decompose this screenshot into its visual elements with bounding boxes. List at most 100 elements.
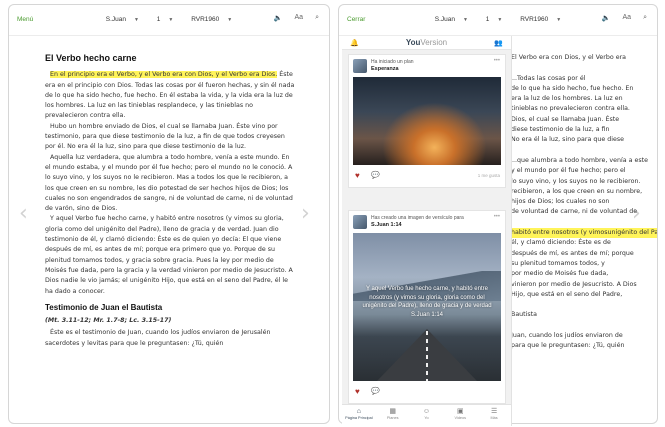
- tab-videos[interactable]: ▣ Videos: [443, 405, 477, 426]
- background-verse-line: de voluntad de carne, ni de voluntad de: [511, 208, 638, 216]
- background-verse-line: recibieron, a los que creen en su nombre…: [511, 187, 643, 195]
- home-icon: ⌂: [356, 408, 362, 415]
- verse-paragraph[interactable]: Y aquel Verbo fue hecho carne, y habitó …: [45, 214, 297, 296]
- tab-label: Videos: [454, 416, 467, 420]
- card-text: Has creado una imagen de versículo para …: [371, 215, 464, 229]
- reader-top-bar: Cerrar S.Juan ▼ 1 ▼ RVR1960 ▼ 🔈 Aa ⌕: [339, 5, 657, 35]
- background-verse-line: Hijo, que está en el seno del Padre,: [511, 290, 623, 298]
- heart-icon[interactable]: ♥: [355, 171, 360, 180]
- feed-card-verse-image[interactable]: Has creado una imagen de versículo para …: [348, 210, 506, 404]
- tab-more[interactable]: ☰ Más: [477, 405, 511, 426]
- card-subtitle[interactable]: Esperanza: [371, 66, 399, 72]
- heart-icon[interactable]: ♥: [355, 387, 360, 396]
- verse-overlay-text: Y aquel Verbo fue hecho carne, y habitó …: [359, 285, 495, 319]
- version-label: RVR1960: [191, 16, 220, 23]
- chapter-selector[interactable]: 1 ▼: [153, 16, 178, 23]
- book-selector[interactable]: S.Juan ▼: [431, 16, 472, 23]
- chevron-down-icon: ▼: [168, 17, 174, 23]
- chevron-down-icon: ▼: [556, 17, 562, 23]
- chapter-selector[interactable]: 1 ▼: [482, 16, 507, 23]
- card-footer: ♥ 💬: [349, 381, 505, 403]
- chevron-down-icon: ▼: [463, 17, 468, 23]
- friends-icon[interactable]: 👥: [494, 39, 503, 47]
- section-heading: Testimonio de Juan el Bautista: [45, 302, 163, 312]
- verse-text: Y aquel Verbo fue hecho carne, y habitó …: [362, 286, 492, 309]
- book-selector[interactable]: S.Juan ▼: [102, 16, 143, 23]
- tab-label: Planes: [386, 416, 399, 420]
- font-size-icon[interactable]: Aa: [295, 14, 304, 22]
- feed-header: 🔔 YouVersion 👥: [342, 36, 511, 50]
- background-verse-line: por medio de Moisés fue dada,: [511, 270, 609, 278]
- audio-icon[interactable]: 🔈: [274, 14, 283, 22]
- background-verse-line: No era él la luz, sino para que diese: [511, 136, 624, 144]
- next-chapter-chevron-icon[interactable]: ›: [301, 201, 310, 226]
- tab-home[interactable]: ⌂ Página Principal: [342, 405, 376, 426]
- background-verse-line: diese testimonio de la luz, a fin: [511, 126, 610, 134]
- card-subtitle[interactable]: S.Juan 1:14: [371, 222, 402, 228]
- chevron-down-icon: ▼: [134, 17, 139, 23]
- previous-chapter-chevron-icon[interactable]: ‹: [19, 201, 28, 226]
- background-verse-line: Dios, el cual se llamaba Juan. Éste: [511, 115, 620, 123]
- background-verse-line: [511, 300, 651, 310]
- card-header: Has creado una imagen de versículo para …: [349, 211, 505, 233]
- audio-icon[interactable]: 🔈: [602, 14, 611, 22]
- font-size-icon[interactable]: Aa: [623, 14, 632, 22]
- likes-count[interactable]: 1 me gusta: [478, 173, 500, 178]
- card-title: Ha iniciado un plan: [371, 59, 414, 65]
- background-verse-line: ...Todas las cosas por él: [511, 74, 586, 82]
- background-bible-text: El Verbo era con Dios, y el Verbo era ..…: [511, 53, 657, 352]
- background-verse-line: su plenitud tomamos todos, y: [511, 259, 605, 267]
- tab-me[interactable]: ☺ Yo: [410, 405, 444, 426]
- parallel-references[interactable]: (Mt. 3.11-12; Mr. 1.7-8; Lc. 3.15-17): [45, 316, 297, 326]
- avatar[interactable]: [353, 59, 367, 73]
- bottom-tab-bar: ⌂ Página Principal ▦ Planes ☺ Yo ▣ Videos ☰ M…: [342, 404, 511, 426]
- section-heading: El Verbo hecho carne: [45, 53, 137, 63]
- highlighted-verse[interactable]: En el principio era el Verbo, y el Verbo…: [50, 71, 278, 79]
- search-icon[interactable]: ⌕: [643, 14, 647, 22]
- left-tablet-reader: Menú S.Juan ▼ 1 ▼ RVR1960 ▼ 🔈 Aa ⌕ ‹ › El V…: [8, 4, 330, 424]
- logo-part: Version: [420, 38, 448, 47]
- tab-label: Yo: [424, 416, 429, 420]
- comment-icon[interactable]: 💬: [371, 387, 380, 395]
- youversion-logo: YouVersion: [342, 38, 511, 47]
- avatar[interactable]: [353, 215, 367, 229]
- video-icon: ▣: [456, 408, 464, 415]
- book-label: S.Juan: [105, 16, 127, 23]
- verse-reference: S.Juan 1:14: [410, 311, 444, 318]
- background-verse-line: y el mundo por él fue hecho; pero el: [511, 167, 626, 175]
- verse-paragraph[interactable]: En el principio era el Verbo, y el Verbo…: [45, 70, 297, 121]
- tab-plans[interactable]: ▦ Planes: [376, 405, 410, 426]
- background-verse-line: para que le preguntasen: ¿Tú, quién: [511, 342, 625, 350]
- verse-image[interactable]: Y aquel Verbo fue hecho carne, y habitó …: [353, 233, 501, 381]
- tab-label: Página Principal: [345, 416, 373, 420]
- more-options-icon[interactable]: •••: [494, 58, 500, 64]
- background-verse-line: tinieblas no prevalecieron contra ella.: [511, 105, 630, 113]
- background-verse-line: habitó entre nosotros (y vimos: [511, 228, 608, 239]
- feed-card-plan[interactable]: Ha iniciado un plan Esperanza ••• ♥ 💬 1 …: [348, 54, 506, 188]
- background-verse-line: [511, 63, 651, 73]
- phone-feed-overlay: 🔔 YouVersion 👥 Ha iniciado un plan Esper…: [342, 36, 512, 426]
- background-verse-line: El Verbo era con Dios, y el Verbo era: [511, 54, 627, 61]
- background-verse-line: [511, 218, 651, 228]
- verse-paragraph[interactable]: Éste es el testimonio de Juan, cuando lo…: [45, 328, 297, 349]
- search-icon[interactable]: ⌕: [315, 14, 319, 22]
- background-verse-line: de lo que ha sido hecho, fue hecho. En: [511, 84, 634, 92]
- background-verse-line: Juan, cuando los judíos enviaron de: [511, 332, 623, 340]
- calendar-icon: ▦: [389, 408, 396, 415]
- card-header: Ha iniciado un plan Esperanza •••: [349, 55, 505, 77]
- background-verse-line: Bautista: [511, 311, 537, 319]
- logo-part: You: [405, 38, 421, 47]
- background-verse-line: unigénito del Padre), lleno de gracia y …: [607, 228, 657, 239]
- comment-icon[interactable]: 💬: [371, 171, 380, 179]
- road-line-shape: [426, 331, 428, 381]
- card-footer: ♥ 💬 1 me gusta: [349, 165, 505, 187]
- version-label: RVR1960: [520, 16, 549, 23]
- plan-image[interactable]: [353, 77, 501, 165]
- background-verse-line: era la luz de los hombres. La luz en: [511, 95, 623, 103]
- version-selector[interactable]: RVR1960 ▼: [187, 16, 236, 23]
- more-options-icon[interactable]: •••: [494, 214, 500, 220]
- verse-paragraph[interactable]: Aquella luz verdadera, que alumbra a tod…: [45, 153, 297, 215]
- verse-paragraph[interactable]: Hubo un hombre enviado de Dios, el cual …: [45, 122, 297, 153]
- card-title: Has creado una imagen de versículo para: [371, 215, 464, 221]
- version-selector[interactable]: RVR1960 ▼: [516, 16, 565, 23]
